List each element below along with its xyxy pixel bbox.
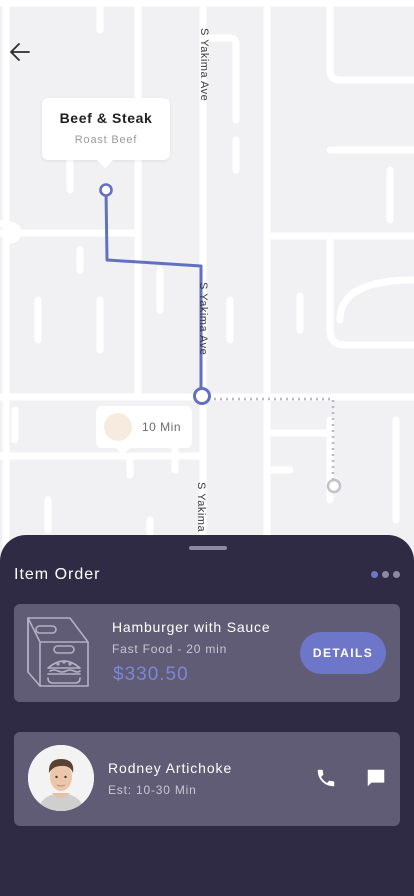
courier-avatar-dot (104, 413, 132, 441)
phone-icon (317, 769, 335, 787)
street-label: S Yakima (195, 482, 207, 533)
street-label: S Yakima Ave (198, 28, 210, 102)
destination-marker (326, 478, 342, 494)
sheet-drag-handle[interactable] (189, 546, 227, 550)
driver-photo (28, 745, 94, 811)
order-bottom-sheet: Item Order Hamburger with Sauce Fast Foo… (0, 535, 414, 896)
sheet-title: Item Order (14, 566, 101, 583)
item-name: Hamburger with Sauce (112, 619, 271, 635)
restaurant-name: Beef & Steak (59, 110, 153, 126)
pager-dots[interactable] (371, 571, 400, 578)
eta-badge: 10 Min (96, 406, 192, 455)
chat-icon (367, 769, 385, 787)
current-position-marker (193, 387, 211, 405)
driver-name: Rodney Artichoke (108, 760, 233, 776)
back-arrow-icon (10, 43, 30, 61)
driver-card[interactable]: Rodney Artichoke Est: 10-30 Min (14, 732, 400, 826)
restaurant-dish: Roast Beef (74, 134, 138, 146)
details-button[interactable]: DETAILS (300, 632, 386, 674)
driver-estimate: Est: 10-30 Min (108, 783, 197, 797)
item-price: $330.50 (113, 664, 189, 685)
avatar (28, 745, 94, 811)
food-box-icon (27, 617, 89, 687)
restaurant-tooltip[interactable]: Beef & Steak Roast Beef (42, 98, 170, 168)
item-meta: Fast Food - 20 min (112, 642, 228, 656)
map-view[interactable]: S Yakima Ave S Yakima Ave S Yakima Beef … (0, 0, 414, 560)
pager-dot[interactable] (371, 571, 378, 578)
eta-text: 10 Min (142, 420, 182, 434)
call-button[interactable] (313, 765, 339, 791)
order-item-card[interactable]: Hamburger with Sauce Fast Food - 20 min … (14, 604, 400, 702)
back-button[interactable] (8, 40, 40, 72)
pager-dot[interactable] (382, 571, 389, 578)
street-label: S Yakima Ave (197, 282, 209, 356)
route-line (104, 189, 203, 396)
restaurant-marker (99, 183, 113, 197)
pager-dot[interactable] (393, 571, 400, 578)
message-button[interactable] (363, 765, 389, 791)
